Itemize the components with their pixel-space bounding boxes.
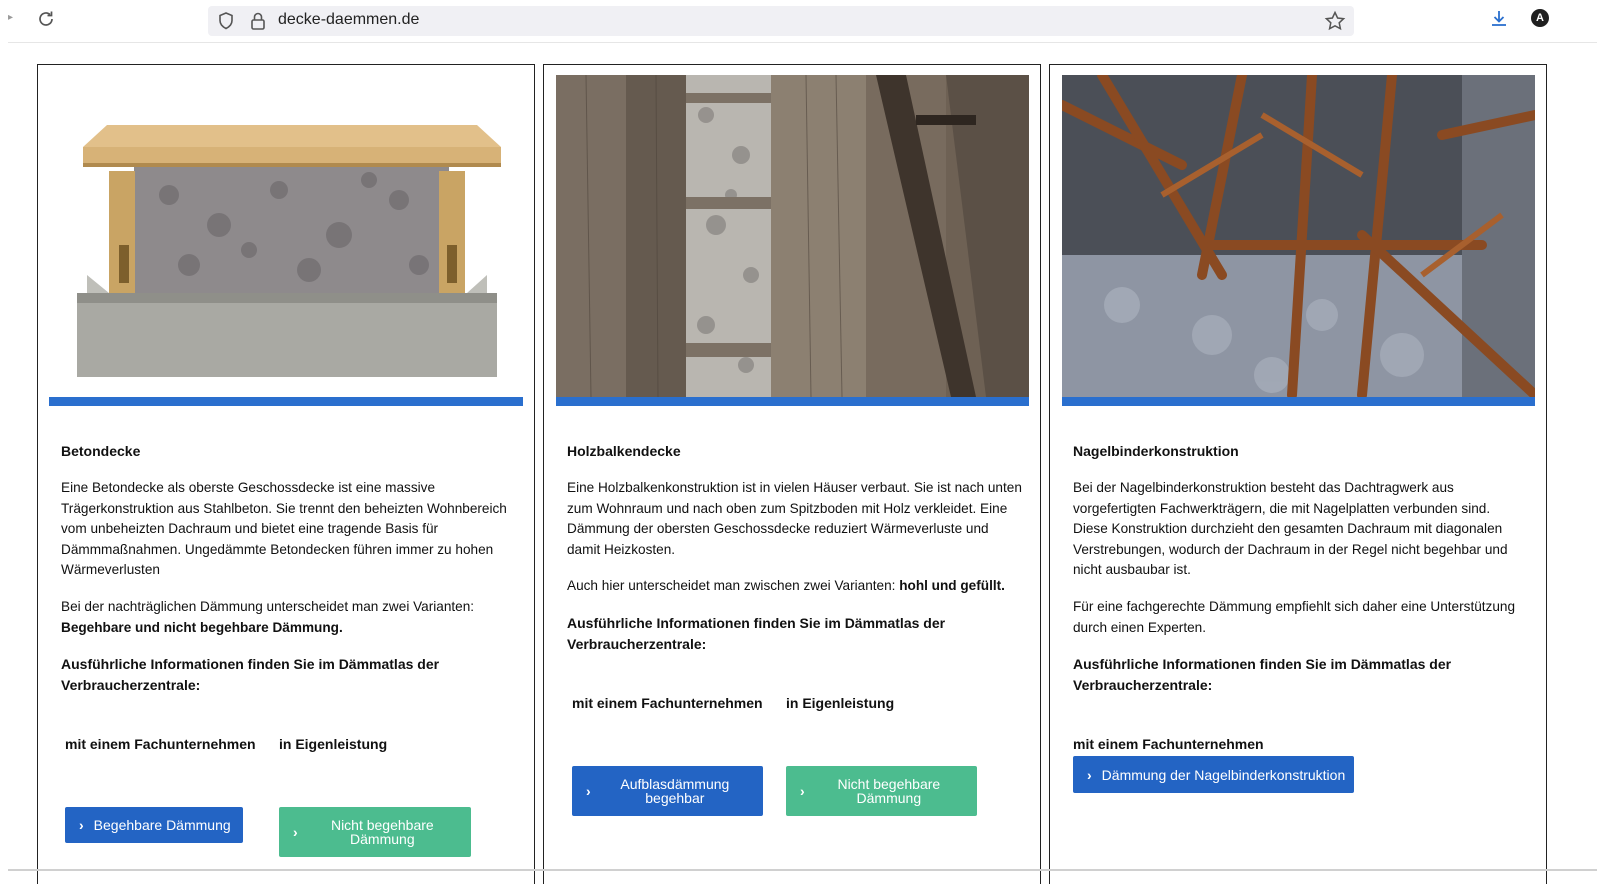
nicht-begehbare-daemmung-button[interactable]: › Nicht begehbare Dämmung [786, 766, 977, 816]
chevron-right-icon: › [800, 783, 805, 799]
label-eigenleistung: in Eigenleistung [786, 695, 895, 711]
info-heading: Ausführliche Informationen finden Sie im… [61, 656, 440, 693]
variants-emphasis: Begehbare und nicht begehbare Dämmung. [61, 619, 343, 635]
chevron-right-icon: › [293, 824, 298, 840]
reload-icon[interactable] [36, 9, 56, 34]
info-heading: Ausführliche Informationen finden Sie im… [1073, 656, 1452, 693]
page-bottom-divider [8, 869, 1597, 871]
card-description: Eine Betondecke als oberste Geschossdeck… [61, 480, 507, 577]
betondecke-illustration [49, 75, 523, 397]
label-eigenleistung: in Eigenleistung [279, 736, 388, 752]
bookmark-star-icon[interactable] [1324, 10, 1346, 37]
download-icon[interactable] [1488, 8, 1510, 35]
card-holzbalkendecke: Holzbalkendecke Eine Holzbalkenkonstrukt… [543, 64, 1041, 884]
back-arrow-icon[interactable]: ▸ [8, 12, 13, 23]
card-description: Bei der Nagelbinderkonstruktion besteht … [1073, 480, 1508, 577]
browser-toolbar: ▸ decke-daemmen.de A [8, 0, 1597, 43]
nagelbinder-photo [1062, 75, 1535, 397]
card-betondecke: Betondecke Eine Betondecke als oberste G… [37, 64, 535, 884]
card-title: Betondecke [61, 443, 141, 459]
label-fachunternehmen: mit einem Fachunternehmen [1073, 736, 1264, 752]
card-expert-text: Für eine fachgerechte Dämmung empfiehlt … [1073, 599, 1516, 635]
aufblasdaemmung-begehbar-button[interactable]: › Aufblasdämmung begehbar [572, 766, 763, 816]
holzbalkendecke-photo [556, 75, 1029, 397]
label-fachunternehmen: mit einem Fachunternehmen [65, 736, 256, 752]
chevron-right-icon: › [79, 817, 84, 833]
info-heading: Ausführliche Informationen finden Sie im… [567, 615, 946, 652]
card-accent-bar [1062, 397, 1535, 406]
variants-emphasis: hohl und gefüllt. [899, 578, 1005, 593]
lock-icon[interactable] [248, 10, 268, 37]
nicht-begehbare-daemmung-button[interactable]: › Nicht begehbare Dämmung [279, 807, 471, 857]
card-nagelbinderkonstruktion: Nagelbinderkonstruktion Bei der Nagelbin… [1049, 64, 1547, 884]
variants-intro: Bei der nachträglichen Dämmung untersche… [61, 599, 475, 614]
card-variants-text: Bei der nachträglichen Dämmung untersche… [61, 597, 516, 638]
chevron-right-icon: › [1087, 766, 1092, 783]
card-accent-bar [556, 397, 1029, 406]
card-title: Nagelbinderkonstruktion [1073, 443, 1239, 459]
chevron-right-icon: › [586, 783, 591, 799]
daemmung-nagelbinderkonstruktion-button[interactable]: › Dämmung der Nagelbinderkonstruktion [1073, 756, 1354, 793]
shield-icon[interactable] [216, 11, 236, 36]
label-fachunternehmen: mit einem Fachunternehmen [572, 695, 763, 711]
card-variants-text: Auch hier unterscheidet man zwischen zwe… [567, 576, 1022, 597]
address-bar[interactable]: decke-daemmen.de [208, 6, 1354, 36]
card-title: Holzbalkendecke [567, 443, 681, 459]
begehbare-daemmung-button[interactable]: › Begehbare Dämmung [65, 807, 243, 843]
url-text[interactable]: decke-daemmen.de [278, 11, 419, 29]
card-description: Eine Holzbalkenkonstruktion ist in viele… [567, 480, 1022, 557]
profile-avatar[interactable]: A [1531, 9, 1549, 27]
card-accent-bar [49, 397, 523, 406]
variants-intro: Auch hier unterscheidet man zwischen zwe… [567, 578, 896, 593]
